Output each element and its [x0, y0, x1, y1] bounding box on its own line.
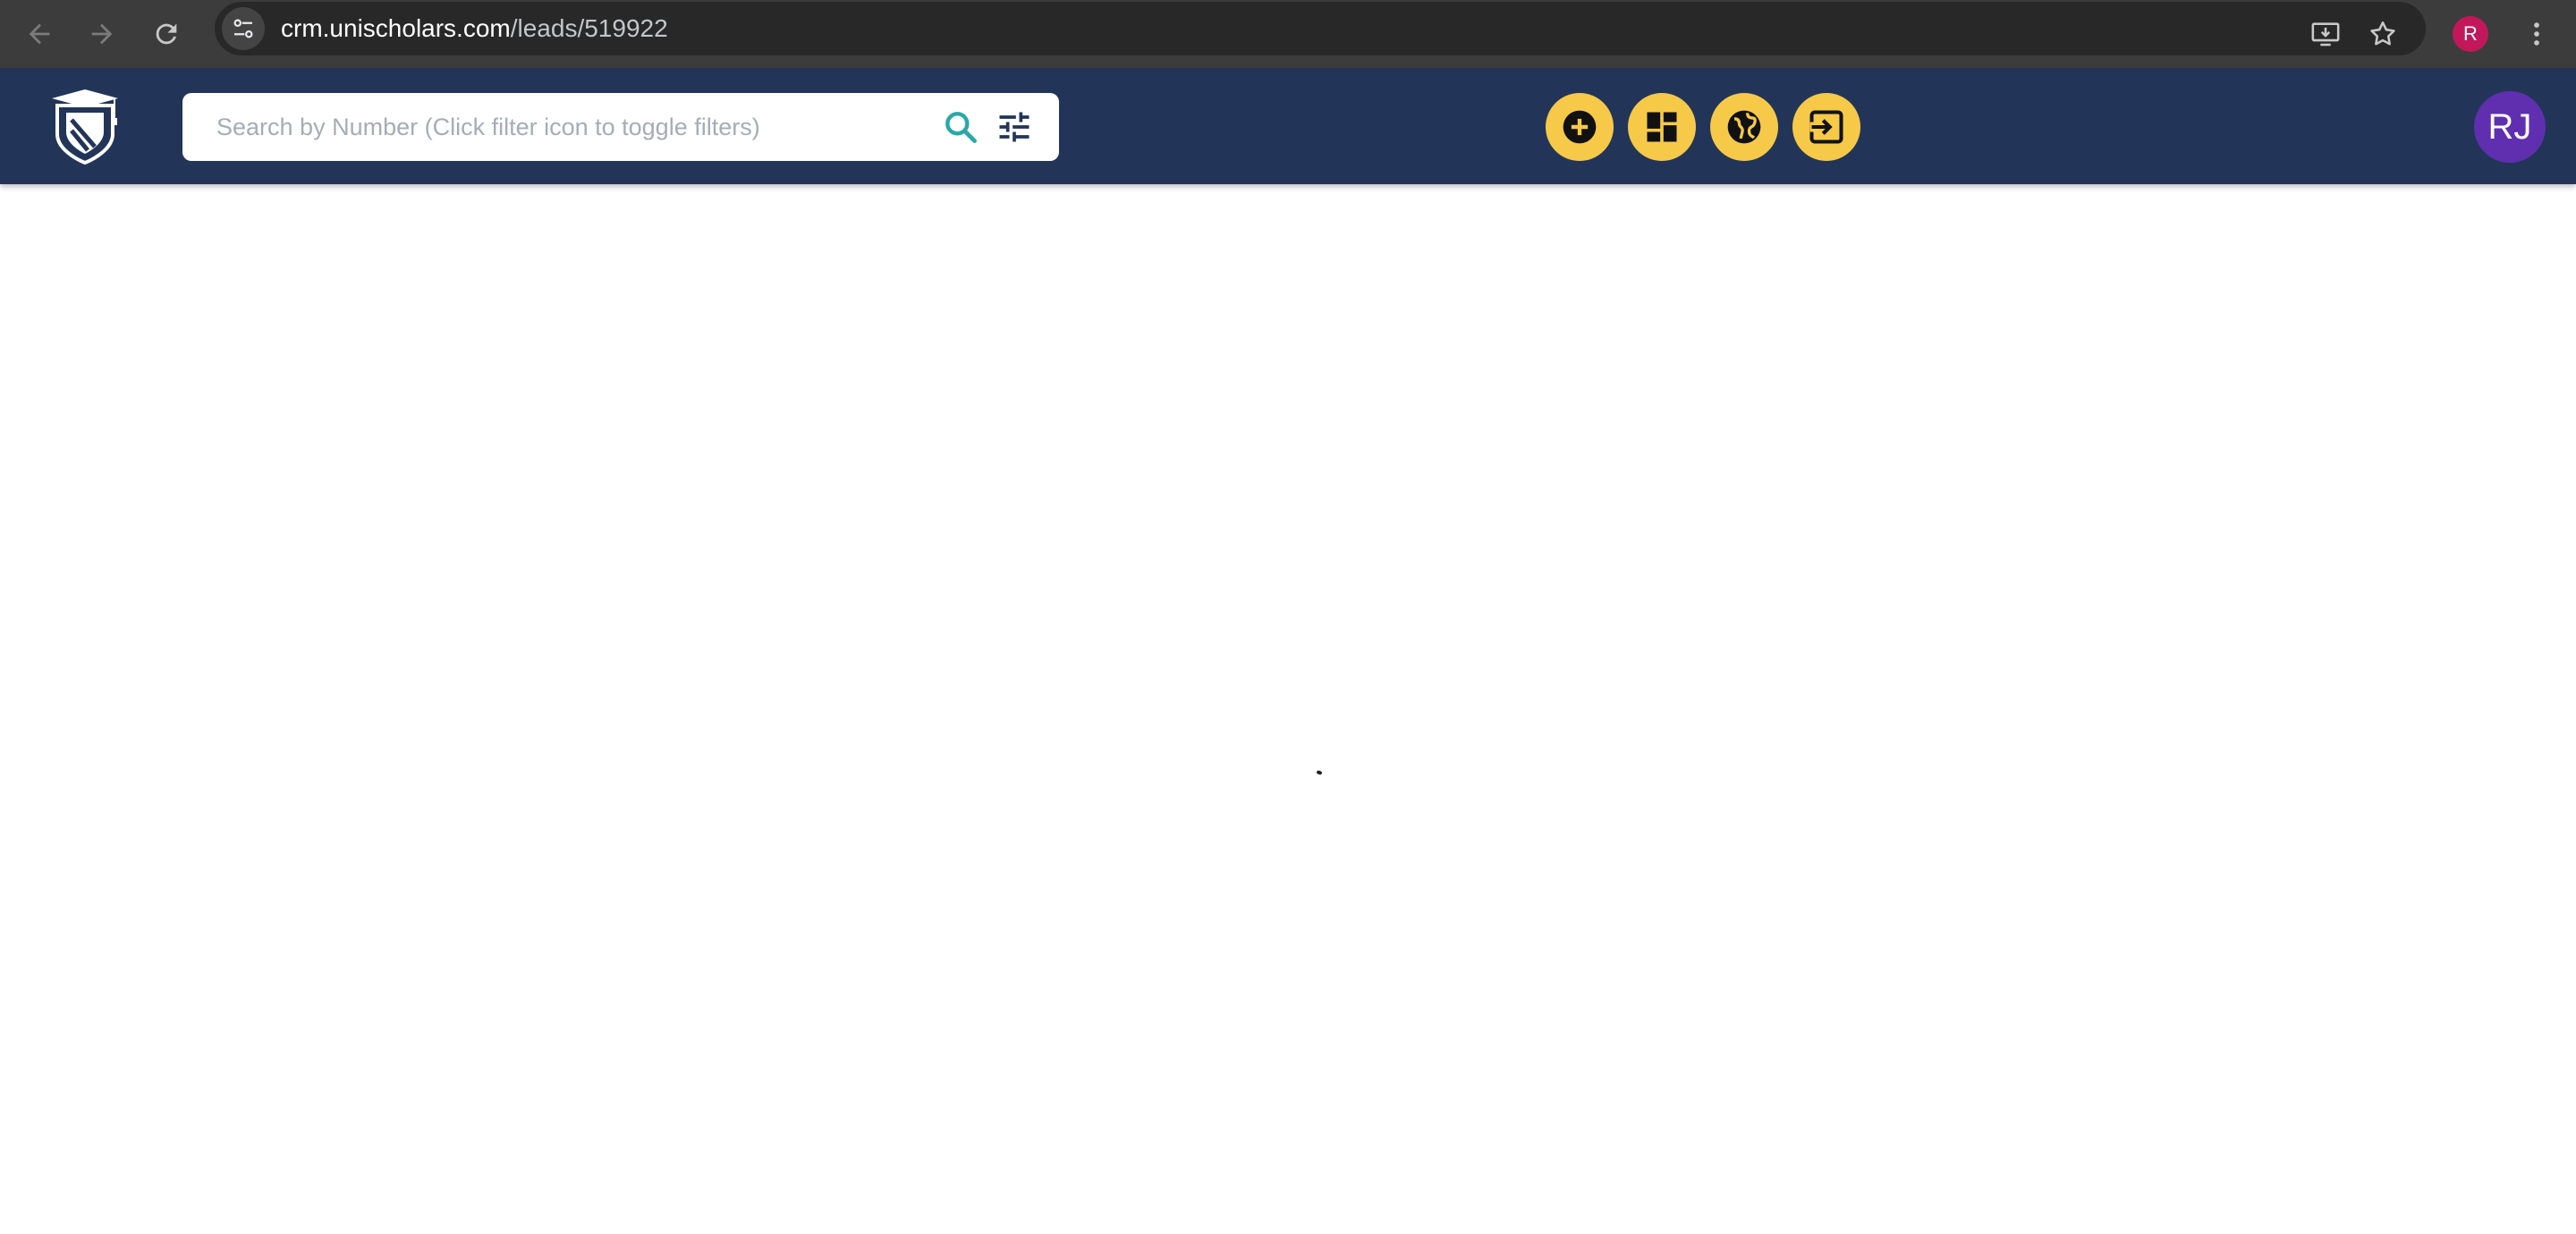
- url-host: crm.unischolars.com: [281, 14, 511, 42]
- reload-button[interactable]: [140, 7, 193, 61]
- add-lead-button[interactable]: [1546, 93, 1614, 161]
- back-arrow-icon: [29, 23, 50, 45]
- install-app-icon: [2311, 22, 2340, 46]
- search-icon[interactable]: [941, 107, 980, 147]
- url-path: /leads/519922: [510, 14, 668, 42]
- add-circle-icon: [1563, 110, 1597, 144]
- app-header: RJ: [0, 68, 2576, 184]
- kebab-menu-icon: [2534, 22, 2539, 46]
- back-button[interactable]: [13, 7, 66, 61]
- dashboard-button[interactable]: [1628, 93, 1696, 161]
- profile-button[interactable]: R: [2444, 7, 2497, 61]
- url-text: crm.unischolars.com/leads/519922: [281, 14, 668, 43]
- search-input[interactable]: [216, 93, 914, 161]
- exit-icon: [1809, 110, 1843, 144]
- browser-menu-button[interactable]: [2510, 7, 2563, 61]
- globe-icon: [1727, 110, 1761, 144]
- forward-button[interactable]: [75, 7, 129, 61]
- bookmark-button[interactable]: [2356, 7, 2410, 61]
- user-avatar[interactable]: RJ: [2474, 91, 2546, 163]
- unischolars-logo[interactable]: [45, 86, 125, 168]
- reload-icon: [156, 23, 177, 45]
- forward-arrow-icon: [91, 23, 113, 45]
- logout-button[interactable]: [1792, 93, 1860, 161]
- dashboard-icon: [1647, 112, 1677, 142]
- bookmark-star-icon: [2370, 21, 2395, 46]
- globe-button[interactable]: [1710, 93, 1778, 161]
- search-box: [182, 93, 1059, 161]
- install-app-button[interactable]: [2299, 7, 2352, 61]
- address-bar[interactable]: crm.unischolars.com/leads/519922: [215, 2, 2426, 55]
- browser-toolbar: crm.unischolars.com/leads/519922 R: [0, 0, 2576, 68]
- filter-toggle-icon[interactable]: [995, 107, 1034, 147]
- site-info-icon: [233, 19, 253, 38]
- profile-badge: R: [2453, 16, 2488, 52]
- loading-indicator: [1316, 770, 1323, 775]
- site-info-button[interactable]: [222, 7, 265, 50]
